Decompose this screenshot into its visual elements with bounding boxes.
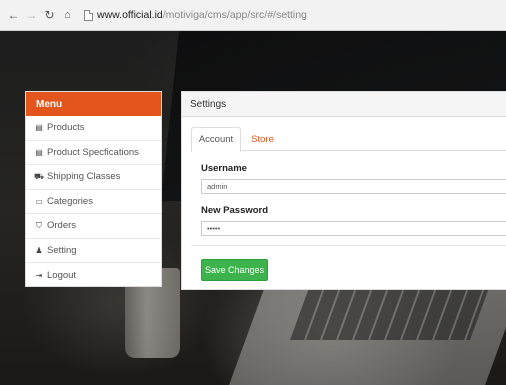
sidebar-item-label: Categories	[47, 195, 93, 207]
url-path: /motiviga/cms/app/src/#/setting	[162, 9, 307, 21]
browser-toolbar: ← → ↻ ⌂ www.official.id/motiviga/cms/app…	[0, 0, 506, 31]
sidebar-item-logout[interactable]: ⇥ Logout	[26, 263, 161, 288]
save-changes-button[interactable]: Save Changes	[201, 259, 268, 281]
sidebar-item-product-specifications[interactable]: ▤ Product Specfications	[26, 141, 161, 165]
sidebar-item-shipping-classes[interactable]: ⛟ Shipping Classes	[26, 165, 161, 190]
username-field[interactable]: admin	[201, 179, 506, 194]
sidebar-item-categories[interactable]: ▭ Categories	[26, 190, 161, 214]
sidebar-item-label: Logout	[47, 269, 77, 281]
background-keyboard	[289, 285, 491, 340]
sidebar-menu: Menu ▤ Products ▤ Product Specfications …	[25, 91, 162, 287]
form-divider	[191, 245, 506, 246]
table-icon: ▤	[35, 147, 43, 157]
tab-store[interactable]: Store	[245, 127, 280, 152]
back-arrow-icon[interactable]: ←	[6, 8, 21, 23]
home-icon[interactable]: ⌂	[60, 8, 75, 23]
sidebar-item-label: Shipping Classes	[47, 171, 121, 183]
table-icon: ▤	[35, 123, 43, 133]
panel-title: Settings	[182, 92, 506, 117]
user-icon: ♟	[35, 245, 43, 255]
sidebar-item-label: Products	[47, 122, 85, 134]
forward-arrow-icon[interactable]: →	[24, 8, 39, 23]
cart-icon: ⛉	[36, 220, 42, 230]
tab-account[interactable]: Account	[191, 127, 241, 152]
sidebar-item-setting[interactable]: ♟ Setting	[26, 239, 161, 263]
sidebar-item-label: Product Specfications	[47, 146, 139, 158]
settings-tabs: Account Store	[191, 127, 506, 152]
new-password-label: New Password	[201, 205, 269, 216]
sign-out-icon: ⇥	[35, 270, 43, 280]
reload-icon[interactable]: ↻	[42, 8, 57, 23]
sidebar-item-label: Setting	[47, 244, 77, 256]
new-password-field[interactable]: •••••	[201, 221, 506, 236]
url-host: www.official.id	[97, 9, 163, 21]
page-icon	[84, 9, 93, 21]
sidebar-item-orders[interactable]: ⛉ Orders	[26, 214, 161, 239]
menu-title: Menu	[26, 92, 161, 116]
truck-icon: ⛟	[34, 171, 45, 181]
sidebar-item-label: Orders	[47, 220, 77, 232]
address-bar[interactable]: www.official.id/motiviga/cms/app/src/#/s…	[97, 9, 307, 21]
username-label: Username	[201, 163, 247, 174]
sidebar-item-products[interactable]: ▤ Products	[26, 116, 161, 141]
folder-icon: ▭	[35, 196, 43, 206]
settings-panel: Settings Account Store Username admin Ne…	[181, 91, 506, 290]
